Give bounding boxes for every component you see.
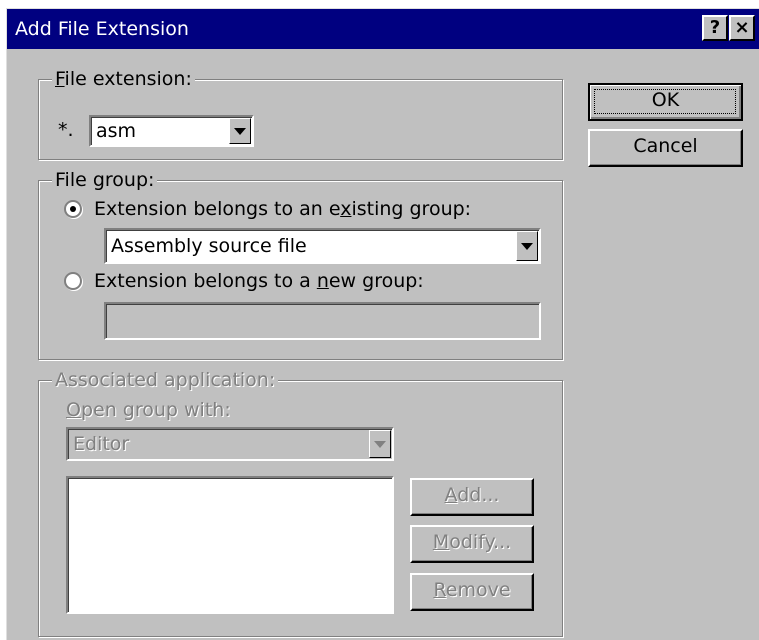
open-group-with-label: Open group with: bbox=[66, 399, 231, 421]
add-button: Add... bbox=[410, 478, 534, 516]
existing-group-dropdown-button[interactable] bbox=[516, 231, 538, 261]
help-icon: ? bbox=[709, 17, 721, 38]
extension-prefix: *. bbox=[58, 119, 74, 141]
open-group-with-combobox: Editor bbox=[66, 427, 394, 461]
close-button[interactable]: × bbox=[729, 15, 755, 41]
ok-button[interactable]: OK bbox=[588, 83, 743, 121]
chevron-down-icon bbox=[234, 128, 246, 135]
file-extension-legend: File extension: bbox=[52, 68, 195, 90]
focus-rectangle bbox=[594, 89, 736, 114]
remove-button: Remove bbox=[410, 573, 534, 611]
chevron-down-icon bbox=[374, 441, 386, 448]
cancel-label: Cancel bbox=[633, 135, 698, 157]
application-list bbox=[66, 476, 394, 614]
new-group-input bbox=[104, 302, 541, 340]
cancel-button[interactable]: Cancel bbox=[588, 129, 743, 167]
close-icon: × bbox=[734, 17, 750, 38]
title-bar[interactable]: Add File Extension ? × bbox=[7, 9, 759, 49]
existing-group-label[interactable]: Extension belongs to an existing group: bbox=[94, 198, 471, 220]
extension-value: asm bbox=[96, 120, 137, 142]
open-group-with-value: Editor bbox=[73, 433, 130, 455]
extension-combobox[interactable]: asm bbox=[89, 115, 254, 147]
chevron-down-icon bbox=[521, 243, 533, 250]
existing-group-combobox[interactable]: Assembly source file bbox=[104, 228, 541, 264]
existing-group-radio[interactable] bbox=[64, 200, 82, 218]
existing-group-value: Assembly source file bbox=[111, 235, 307, 257]
add-file-extension-dialog: Add File Extension ? × File extension: *… bbox=[6, 8, 759, 640]
help-button[interactable]: ? bbox=[702, 15, 728, 41]
file-group-legend: File group: bbox=[52, 169, 158, 191]
new-group-radio[interactable] bbox=[64, 272, 82, 290]
open-group-with-dropdown-button bbox=[369, 430, 391, 458]
radio-selected-dot bbox=[70, 206, 76, 212]
extension-dropdown-button[interactable] bbox=[229, 118, 251, 144]
dialog-title: Add File Extension bbox=[15, 18, 189, 40]
associated-application-legend: Associated application: bbox=[52, 369, 279, 391]
modify-button: Modify... bbox=[410, 525, 534, 563]
new-group-label[interactable]: Extension belongs to a new group: bbox=[94, 270, 424, 292]
